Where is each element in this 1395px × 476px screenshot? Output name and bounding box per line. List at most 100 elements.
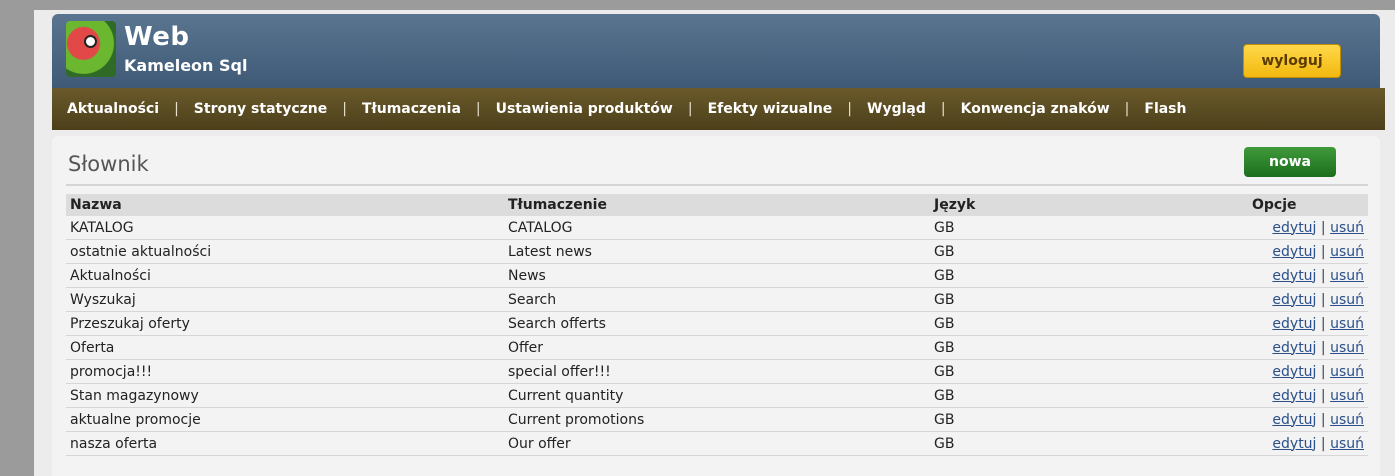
cell-translation: Search <box>504 287 930 312</box>
dictionary-panel: Słownik nowa Nazwa Tłumaczenie Język Opc… <box>52 136 1380 476</box>
table-body: KATALOG CATALOG GB edytuj | usuń ostatni… <box>66 216 1368 456</box>
cell-translation: Current promotions <box>504 407 930 432</box>
cell-name: promocja!!! <box>66 359 504 384</box>
cell-translation: Our offer <box>504 431 930 456</box>
table-header-row: Nazwa Tłumaczenie Język Opcje <box>66 194 1368 216</box>
cell-translation: Offer <box>504 335 930 360</box>
window-margin-top <box>34 0 1395 10</box>
edit-link[interactable]: edytuj <box>1272 436 1316 452</box>
delete-link[interactable]: usuń <box>1330 364 1364 380</box>
nav-item-strony-statyczne[interactable]: Strony statyczne <box>179 101 342 117</box>
cell-name: aktualne promocje <box>66 407 504 432</box>
table-row: aktualne promocje Current promotions GB … <box>66 407 1368 432</box>
window-margin-left <box>0 0 34 476</box>
delete-link[interactable]: usuń <box>1330 388 1364 404</box>
cell-translation: CATALOG <box>504 216 930 240</box>
delete-link[interactable]: usuń <box>1330 292 1364 308</box>
cell-name: Wyszukaj <box>66 287 504 312</box>
column-header-options: Opcje <box>1248 194 1368 216</box>
edit-link[interactable]: edytuj <box>1272 244 1316 260</box>
delete-link[interactable]: usuń <box>1330 268 1364 284</box>
option-separator: | <box>1320 291 1326 308</box>
delete-link[interactable]: usuń <box>1330 316 1364 332</box>
delete-link[interactable]: usuń <box>1330 436 1364 452</box>
edit-link[interactable]: edytuj <box>1272 220 1316 236</box>
cell-name: Oferta <box>66 335 504 360</box>
option-separator: | <box>1320 315 1326 332</box>
cell-language: GB <box>930 239 1248 264</box>
edit-link[interactable]: edytuj <box>1272 292 1316 308</box>
column-header-language: Język <box>930 194 1248 216</box>
cell-name: ostatnie aktualności <box>66 239 504 264</box>
nav-item-tlumaczenia[interactable]: Tłumaczenia <box>347 101 476 117</box>
delete-link[interactable]: usuń <box>1330 220 1364 236</box>
cell-options: edytuj | usuń <box>1248 407 1368 432</box>
cell-language: GB <box>930 311 1248 336</box>
table-row: KATALOG CATALOG GB edytuj | usuń <box>66 216 1368 240</box>
edit-link[interactable]: edytuj <box>1272 412 1316 428</box>
option-separator: | <box>1320 363 1326 380</box>
cell-language: GB <box>930 216 1248 240</box>
table-row: Stan magazynowy Current quantity GB edyt… <box>66 383 1368 408</box>
cell-options: edytuj | usuń <box>1248 311 1368 336</box>
cell-options: edytuj | usuń <box>1248 431 1368 456</box>
cell-translation: Latest news <box>504 239 930 264</box>
app-container: Web Kameleon Sql wyloguj Aktualności | S… <box>34 10 1395 476</box>
edit-link[interactable]: edytuj <box>1272 340 1316 356</box>
option-separator: | <box>1320 243 1326 260</box>
table-row: ostatnie aktualności Latest news GB edyt… <box>66 239 1368 264</box>
cell-options: edytuj | usuń <box>1248 287 1368 312</box>
cell-translation: News <box>504 263 930 288</box>
cell-language: GB <box>930 431 1248 456</box>
cell-options: edytuj | usuń <box>1248 263 1368 288</box>
edit-link[interactable]: edytuj <box>1272 268 1316 284</box>
brand-subtitle: Kameleon Sql <box>124 56 248 75</box>
cell-options: edytuj | usuń <box>1248 359 1368 384</box>
cell-language: GB <box>930 287 1248 312</box>
delete-link[interactable]: usuń <box>1330 340 1364 356</box>
option-separator: | <box>1320 411 1326 428</box>
cell-name: Przeszukaj oferty <box>66 311 504 336</box>
column-header-name: Nazwa <box>66 194 504 216</box>
nav-item-ustawienia-produktow[interactable]: Ustawienia produktów <box>481 101 688 117</box>
cell-options: edytuj | usuń <box>1248 383 1368 408</box>
cell-language: GB <box>930 335 1248 360</box>
browser-viewport: Web Kameleon Sql wyloguj Aktualności | S… <box>0 0 1395 476</box>
edit-link[interactable]: edytuj <box>1272 388 1316 404</box>
nav-item-aktualnosci[interactable]: Aktualności <box>52 101 174 117</box>
dictionary-table: Nazwa Tłumaczenie Język Opcje KATALOG CA… <box>66 194 1368 456</box>
cell-language: GB <box>930 263 1248 288</box>
nav-item-konwencja-znakow[interactable]: Konwencja znaków <box>946 101 1125 117</box>
new-entry-button[interactable]: nowa <box>1244 147 1336 177</box>
cell-options: edytuj | usuń <box>1248 239 1368 264</box>
page-title: Słownik <box>68 152 149 176</box>
edit-link[interactable]: edytuj <box>1272 316 1316 332</box>
option-separator: | <box>1320 339 1326 356</box>
column-header-translation: Tłumaczenie <box>504 194 930 216</box>
table-row: nasza oferta Our offer GB edytuj | usuń <box>66 431 1368 456</box>
cell-options: edytuj | usuń <box>1248 335 1368 360</box>
main-nav: Aktualności | Strony statyczne | Tłumacz… <box>52 88 1385 130</box>
cell-options: edytuj | usuń <box>1248 216 1368 240</box>
option-separator: | <box>1320 387 1326 404</box>
cell-name: Stan magazynowy <box>66 383 504 408</box>
cell-name: Aktualności <box>66 263 504 288</box>
edit-link[interactable]: edytuj <box>1272 364 1316 380</box>
logout-button[interactable]: wyloguj <box>1243 44 1341 78</box>
option-separator: | <box>1320 219 1326 236</box>
table-row: Przeszukaj oferty Search offerts GB edyt… <box>66 311 1368 336</box>
cell-language: GB <box>930 359 1248 384</box>
nav-item-efekty-wizualne[interactable]: Efekty wizualne <box>693 101 848 117</box>
delete-link[interactable]: usuń <box>1330 412 1364 428</box>
cell-translation: Search offerts <box>504 311 930 336</box>
option-separator: | <box>1320 435 1326 452</box>
cell-language: GB <box>930 407 1248 432</box>
delete-link[interactable]: usuń <box>1330 244 1364 260</box>
nav-item-flash[interactable]: Flash <box>1129 101 1201 117</box>
cell-translation: special offer!!! <box>504 359 930 384</box>
title-divider <box>66 184 1368 186</box>
table-row: Wyszukaj Search GB edytuj | usuń <box>66 287 1368 312</box>
brand-title: Web <box>124 22 190 52</box>
table-row: Aktualności News GB edytuj | usuń <box>66 263 1368 288</box>
nav-item-wyglad[interactable]: Wygląd <box>852 101 941 117</box>
